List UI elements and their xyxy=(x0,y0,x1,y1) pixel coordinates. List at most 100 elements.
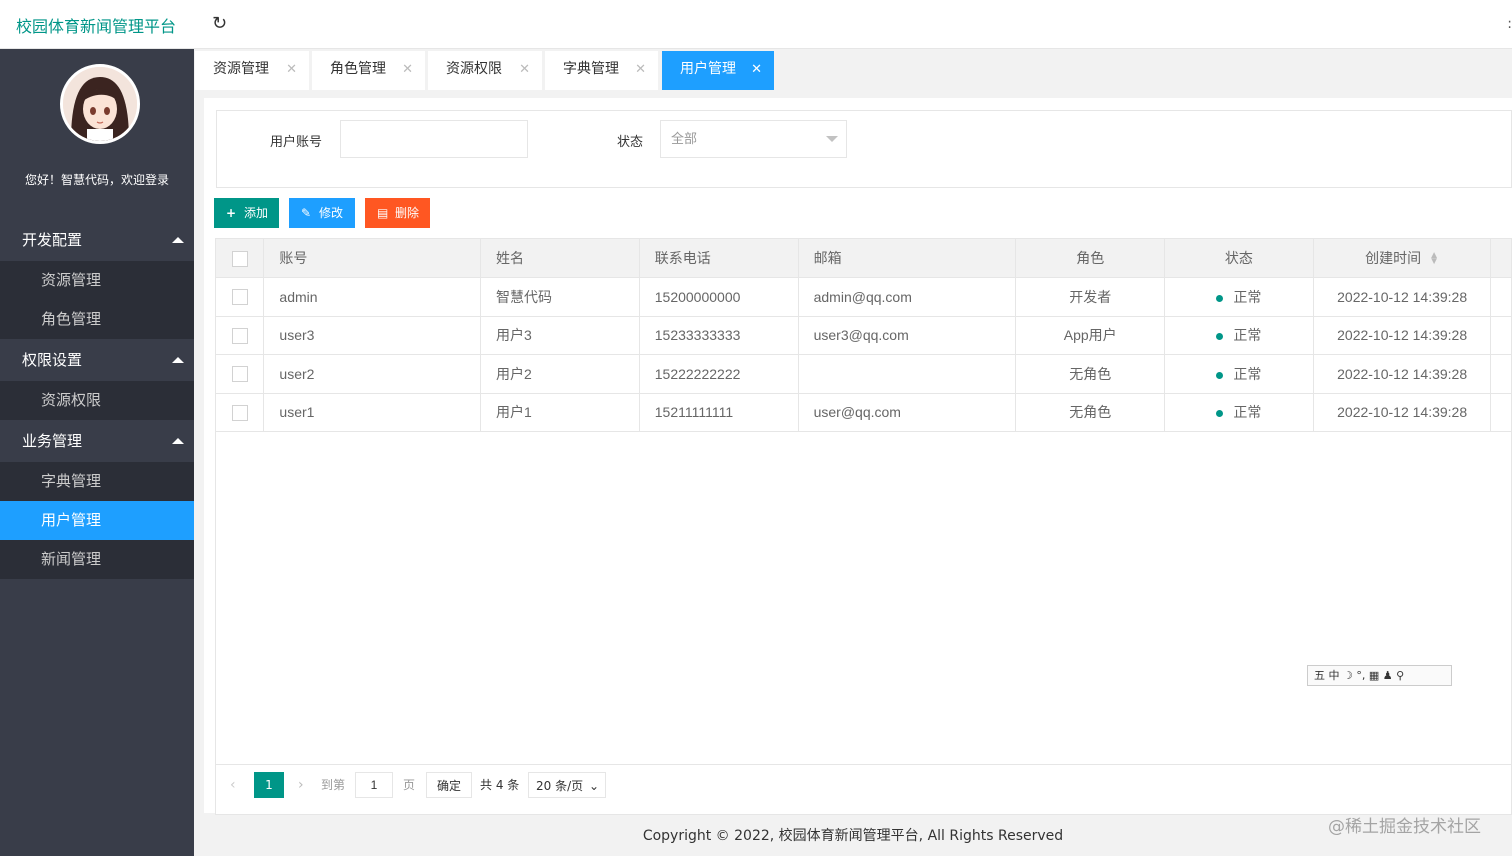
avatar[interactable] xyxy=(60,64,140,144)
pagination: ‹ 1 › 到第 页 确定 共 4 条 20 条/页 ⌄ xyxy=(215,764,1512,805)
tab-label: 资源权限 xyxy=(446,61,502,77)
table-row[interactable]: user1 用户1 15211111111 user@qq.com 无角色 正常… xyxy=(216,393,1511,432)
sort-icon[interactable]: ▲ ▼ xyxy=(1429,251,1439,267)
delete-button-label: 删除 xyxy=(395,206,420,220)
data-table: 账号 姓名 联系电话 邮箱 角色 状态 创建时间 ▲ ▼ admin 智慧代码 15… xyxy=(216,239,1511,432)
goto-confirm-button[interactable]: 确定 xyxy=(426,772,472,798)
cell-created: 2022-10-12 14:39:28 xyxy=(1313,393,1492,432)
cell-email xyxy=(798,354,1017,394)
sidebar-item-role[interactable]: 角色管理 xyxy=(0,300,194,339)
cell-role: App用户 xyxy=(1015,316,1166,355)
sidebar-item-news[interactable]: 新闻管理 xyxy=(0,540,194,579)
row-select-cell xyxy=(216,354,265,394)
trash-icon: ▤ xyxy=(377,206,389,220)
close-icon[interactable]: ✕ xyxy=(751,51,762,88)
prev-page-icon[interactable]: ‹ xyxy=(230,772,236,798)
sidebar-item-resource[interactable]: 资源管理 xyxy=(0,261,194,300)
close-icon[interactable]: ✕ xyxy=(519,51,530,88)
cell-phone: 15222222222 xyxy=(639,354,799,394)
cell-account: admin xyxy=(263,277,482,317)
cell-phone: 15200000000 xyxy=(639,277,799,317)
cell-account: user3 xyxy=(263,316,482,355)
close-icon[interactable]: ✕ xyxy=(635,51,646,88)
cell-phone: 15211111111 xyxy=(639,393,799,432)
tab-label: 用户管理 xyxy=(680,61,736,77)
cell-created: 2022-10-12 14:39:28 xyxy=(1313,354,1492,394)
tab-dictionary[interactable]: 字典管理 ✕ xyxy=(545,51,658,90)
refresh-icon[interactable]: ↻ xyxy=(212,13,227,34)
delete-button[interactable]: ▤ 删除 xyxy=(365,198,430,228)
row-checkbox[interactable] xyxy=(231,327,248,344)
status-dot-icon xyxy=(1216,333,1224,341)
sidebar-item-dictionary[interactable]: 字典管理 xyxy=(0,462,194,501)
tab-label: 角色管理 xyxy=(330,61,386,77)
cell-status: 正常 xyxy=(1164,277,1314,317)
page-size-select[interactable]: 20 条/页 ⌄ xyxy=(528,772,606,798)
welcome-text: 您好！智慧代码，欢迎登录 xyxy=(24,173,169,187)
cell-extra xyxy=(1490,354,1511,394)
cell-name: 智慧代码 xyxy=(480,277,640,317)
status-select[interactable]: 全部 xyxy=(660,120,847,158)
cell-account: user1 xyxy=(263,393,482,432)
ime-toolbar[interactable]: 五 中 ☽ °, ▦ ♟ ⚲ xyxy=(1307,665,1452,686)
chevron-down-icon xyxy=(826,136,838,142)
status-dot-icon xyxy=(1216,410,1224,418)
menu-group-permission[interactable]: 权限设置 xyxy=(0,339,194,381)
page-number-current[interactable]: 1 xyxy=(254,772,284,798)
next-page-icon[interactable]: › xyxy=(298,772,304,798)
edit-button-label: 修改 xyxy=(319,206,344,220)
menu-group-business[interactable]: 业务管理 xyxy=(0,420,194,462)
col-created[interactable]: 创建时间 ▲ ▼ xyxy=(1313,239,1492,278)
row-checkbox[interactable] xyxy=(231,404,248,421)
account-input[interactable] xyxy=(340,120,528,158)
add-button[interactable]: + 添加 xyxy=(214,198,279,228)
menu-group-label: 业务管理 xyxy=(22,432,83,450)
add-button-label: 添加 xyxy=(244,206,269,220)
col-email: 邮箱 xyxy=(798,239,1017,278)
cell-status: 正常 xyxy=(1164,354,1314,394)
cell-name: 用户3 xyxy=(480,316,640,355)
cell-account: user2 xyxy=(263,354,482,394)
edit-button[interactable]: ✎ 修改 xyxy=(289,198,355,228)
table-row[interactable]: admin 智慧代码 15200000000 admin@qq.com 开发者 … xyxy=(216,277,1511,317)
col-extra xyxy=(1490,239,1511,278)
pencil-icon: ✎ xyxy=(301,206,312,220)
tab-resource[interactable]: 资源管理 ✕ xyxy=(195,51,309,90)
status-label: 状态 xyxy=(617,135,644,150)
status-dot-icon xyxy=(1216,294,1224,302)
close-icon[interactable]: ✕ xyxy=(286,51,297,88)
cell-name: 用户2 xyxy=(480,354,640,394)
row-checkbox[interactable] xyxy=(231,289,248,306)
cell-role: 无角色 xyxy=(1015,393,1166,432)
tab-users[interactable]: 用户管理 ✕ xyxy=(662,51,774,90)
tab-resource-permission[interactable]: 资源权限 ✕ xyxy=(428,51,542,90)
total-count: 共 4 条 xyxy=(480,778,520,792)
sidebar-item-resource-permission[interactable]: 资源权限 xyxy=(0,381,194,420)
row-checkbox[interactable] xyxy=(231,366,248,383)
page-size-value: 20 条/页 xyxy=(536,779,584,793)
more-icon[interactable]: : xyxy=(1507,16,1512,32)
goto-page-input[interactable] xyxy=(355,772,393,798)
status-text: 正常 xyxy=(1233,404,1262,421)
col-status: 状态 xyxy=(1164,239,1314,278)
account-label: 用户账号 xyxy=(270,135,323,150)
tab-role[interactable]: 角色管理 ✕ xyxy=(312,51,425,90)
table-row[interactable]: user3 用户3 15233333333 user3@qq.com App用户… xyxy=(216,316,1511,355)
col-role: 角色 xyxy=(1015,239,1166,278)
col-account: 账号 xyxy=(263,239,482,278)
select-all-cell xyxy=(216,239,265,278)
sidebar: 您好！智慧代码，欢迎登录 开发配置 资源管理 角色管理 权限设置 资源权限 业务… xyxy=(0,49,194,856)
cell-status: 正常 xyxy=(1164,316,1314,355)
col-name: 姓名 xyxy=(480,239,640,278)
col-created-label: 创建时间 xyxy=(1365,250,1422,266)
cell-name: 用户1 xyxy=(480,393,640,432)
select-all-checkbox[interactable] xyxy=(231,250,248,267)
cell-phone: 15233333333 xyxy=(639,316,799,355)
status-text: 正常 xyxy=(1233,327,1262,344)
close-icon[interactable]: ✕ xyxy=(402,51,413,88)
menu-group-dev-config[interactable]: 开发配置 xyxy=(0,219,194,261)
table-row[interactable]: user2 用户2 15222222222 无角色 正常 2022-10-12 … xyxy=(216,354,1511,394)
sidebar-item-users[interactable]: 用户管理 xyxy=(0,501,194,540)
col-phone: 联系电话 xyxy=(639,239,799,278)
watermark: @稀土掘金技术社区 xyxy=(1328,817,1481,837)
